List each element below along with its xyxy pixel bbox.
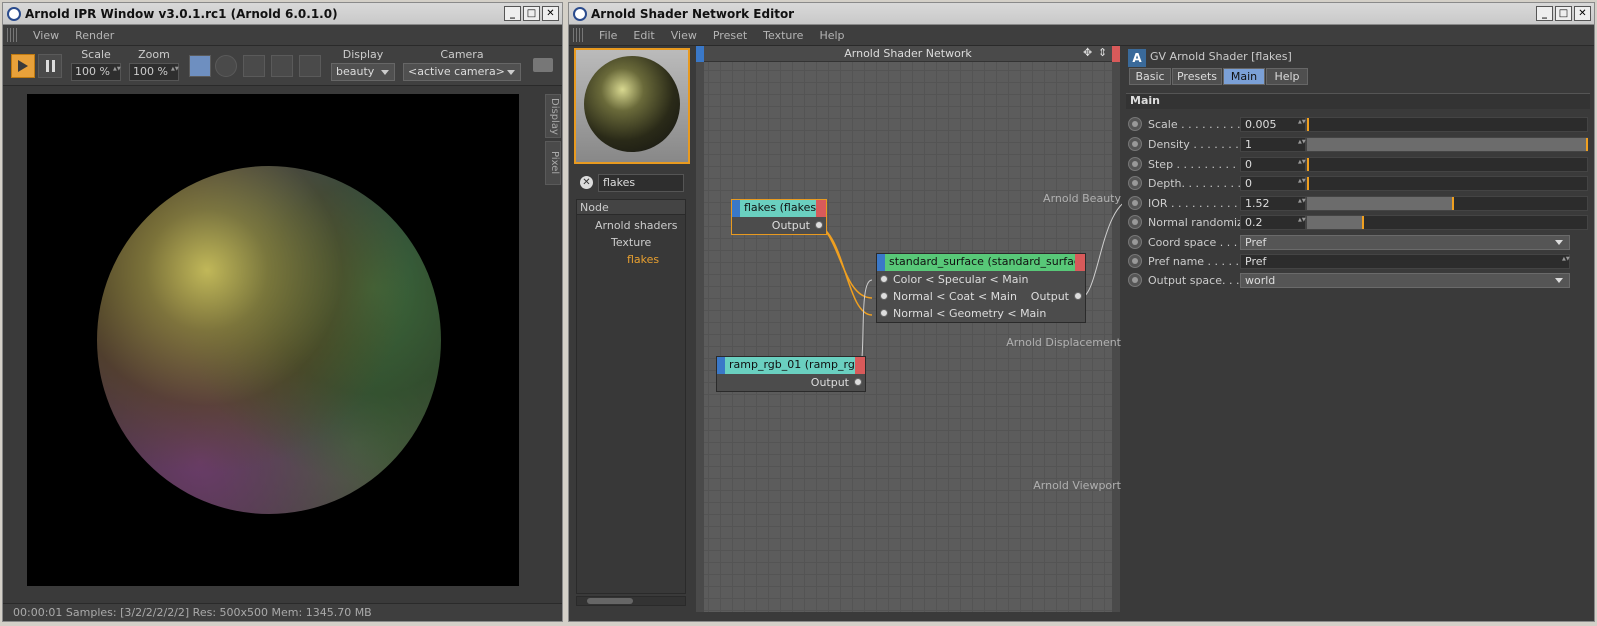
- slider-handle[interactable]: [1586, 137, 1588, 151]
- pref-name-input[interactable]: Pref: [1240, 253, 1570, 269]
- param-label: IOR . . . . . . . . . . .: [1148, 196, 1245, 210]
- wire-flakes-to-normal-geometry: [811, 223, 873, 316]
- ramp-output-label: Output: [810, 376, 849, 389]
- param-label: Normal randomize: [1148, 215, 1250, 229]
- keyframe-button[interactable]: [1128, 176, 1142, 190]
- input-normal-coat-label: Normal < Coat < Main: [893, 290, 1017, 303]
- param-value-stepper[interactable]: 0.2: [1240, 214, 1306, 230]
- section-main-label: Main: [1130, 94, 1160, 107]
- keyframe-button[interactable]: [1128, 254, 1142, 268]
- keyframe-button[interactable]: [1128, 117, 1142, 131]
- flakes-output-row: Output: [732, 217, 826, 234]
- input-color-specular: Color < Specular < Main: [877, 271, 1085, 288]
- param-value-stepper[interactable]: 0: [1240, 175, 1306, 191]
- slider-fill: [1307, 196, 1453, 210]
- ramp-rgb-title[interactable]: ramp_rgb_01 (ramp_rgb): [717, 357, 865, 374]
- section-main-header[interactable]: [1126, 93, 1590, 109]
- attribute-header: GV Arnold Shader [flakes]: [1150, 50, 1292, 63]
- flakes-node[interactable]: flakes (flakes) Output: [731, 199, 827, 235]
- output-space-dropdown[interactable]: world: [1240, 272, 1570, 288]
- keyframe-button[interactable]: [1128, 235, 1142, 249]
- flakes-output-port[interactable]: [815, 221, 823, 229]
- input-normal-coat: Normal < Coat < Main Output: [877, 288, 1085, 305]
- input-color-label: Color < Specular < Main: [893, 273, 1029, 286]
- output-space-label: Output space. . . .: [1148, 273, 1247, 287]
- standard-surface-output-label: Output: [1030, 290, 1069, 303]
- param-label: Depth. . . . . . . . . .: [1148, 176, 1248, 190]
- param-row: Scale . . . . . . . . . . 0.005: [1128, 115, 1590, 133]
- tab-main[interactable]: Main: [1223, 68, 1265, 85]
- flakes-node-title[interactable]: flakes (flakes): [732, 200, 826, 217]
- arnold-beauty-label: Arnold Beauty: [1043, 192, 1121, 205]
- pref-name-label: Pref name . . . . .: [1148, 254, 1240, 268]
- arnold-viewport-label: Arnold Viewport: [1033, 479, 1121, 492]
- param-slider[interactable]: [1306, 136, 1588, 152]
- param-slider[interactable]: [1306, 214, 1588, 230]
- param-value-stepper[interactable]: 1.52: [1240, 195, 1306, 211]
- input-normal-geometry: Normal < Geometry < Main: [877, 305, 1085, 322]
- input-port-color[interactable]: [880, 275, 888, 283]
- keyframe-button[interactable]: [1128, 196, 1142, 210]
- param-slider[interactable]: [1306, 116, 1588, 132]
- param-output-space: Output space. . . . world: [1128, 271, 1590, 289]
- slider-handle[interactable]: [1307, 157, 1309, 171]
- param-value-stepper[interactable]: 0.005: [1240, 116, 1306, 132]
- tab-help[interactable]: Help: [1266, 68, 1308, 85]
- param-value-stepper[interactable]: 1: [1240, 136, 1306, 152]
- param-pref-name: Pref name . . . . . Pref: [1128, 252, 1590, 270]
- param-label: Step . . . . . . . . . . .: [1148, 157, 1250, 171]
- slider-fill: [1307, 215, 1363, 229]
- input-normal-geometry-label: Normal < Geometry < Main: [893, 307, 1047, 320]
- coord-space-dropdown[interactable]: Pref: [1240, 234, 1570, 250]
- slider-handle[interactable]: [1362, 215, 1364, 229]
- input-port-normal-coat[interactable]: [880, 292, 888, 300]
- param-slider[interactable]: [1306, 175, 1588, 191]
- param-label: Density . . . . . . . .: [1148, 137, 1246, 151]
- param-label: Scale . . . . . . . . . .: [1148, 117, 1248, 131]
- ramp-output-port[interactable]: [854, 378, 862, 386]
- param-row: Depth. . . . . . . . . .0: [1128, 174, 1590, 192]
- param-slider[interactable]: [1306, 156, 1588, 172]
- keyframe-button[interactable]: [1128, 273, 1142, 287]
- standard-surface-title[interactable]: standard_surface (standard_surface): [877, 254, 1085, 271]
- slider-handle[interactable]: [1307, 176, 1309, 190]
- arnold-shader-icon: A: [1128, 49, 1146, 67]
- ramp-rgb-node[interactable]: ramp_rgb_01 (ramp_rgb) Output: [716, 356, 866, 392]
- slider-handle[interactable]: [1451, 196, 1454, 210]
- flakes-output-label: Output: [771, 219, 810, 232]
- slider-fill: [1307, 137, 1587, 151]
- param-value-stepper[interactable]: 0: [1240, 156, 1306, 172]
- param-coord-space: Coord space . . . . Pref: [1128, 233, 1590, 251]
- param-slider[interactable]: [1306, 195, 1588, 211]
- ramp-output-row: Output: [717, 374, 865, 391]
- keyframe-button[interactable]: [1128, 215, 1142, 229]
- input-port-normal-geometry[interactable]: [880, 309, 888, 317]
- standard-surface-output-port[interactable]: [1074, 292, 1082, 300]
- keyframe-button[interactable]: [1128, 157, 1142, 171]
- param-row: Normal randomize 0.2: [1128, 213, 1590, 231]
- param-row: IOR . . . . . . . . . . . 1.52: [1128, 194, 1590, 212]
- arnold-displacement-label: Arnold Displacement: [1006, 336, 1121, 349]
- coord-space-label: Coord space . . . .: [1148, 235, 1245, 249]
- standard-surface-node[interactable]: standard_surface (standard_surface) Colo…: [876, 253, 1086, 323]
- param-row: Density . . . . . . . .1: [1128, 135, 1590, 153]
- keyframe-button[interactable]: [1128, 137, 1142, 151]
- param-row: Step . . . . . . . . . . .0: [1128, 155, 1590, 173]
- slider-handle[interactable]: [1307, 117, 1309, 131]
- tab-basic[interactable]: Basic: [1129, 68, 1171, 85]
- tab-presets[interactable]: Presets: [1172, 68, 1222, 85]
